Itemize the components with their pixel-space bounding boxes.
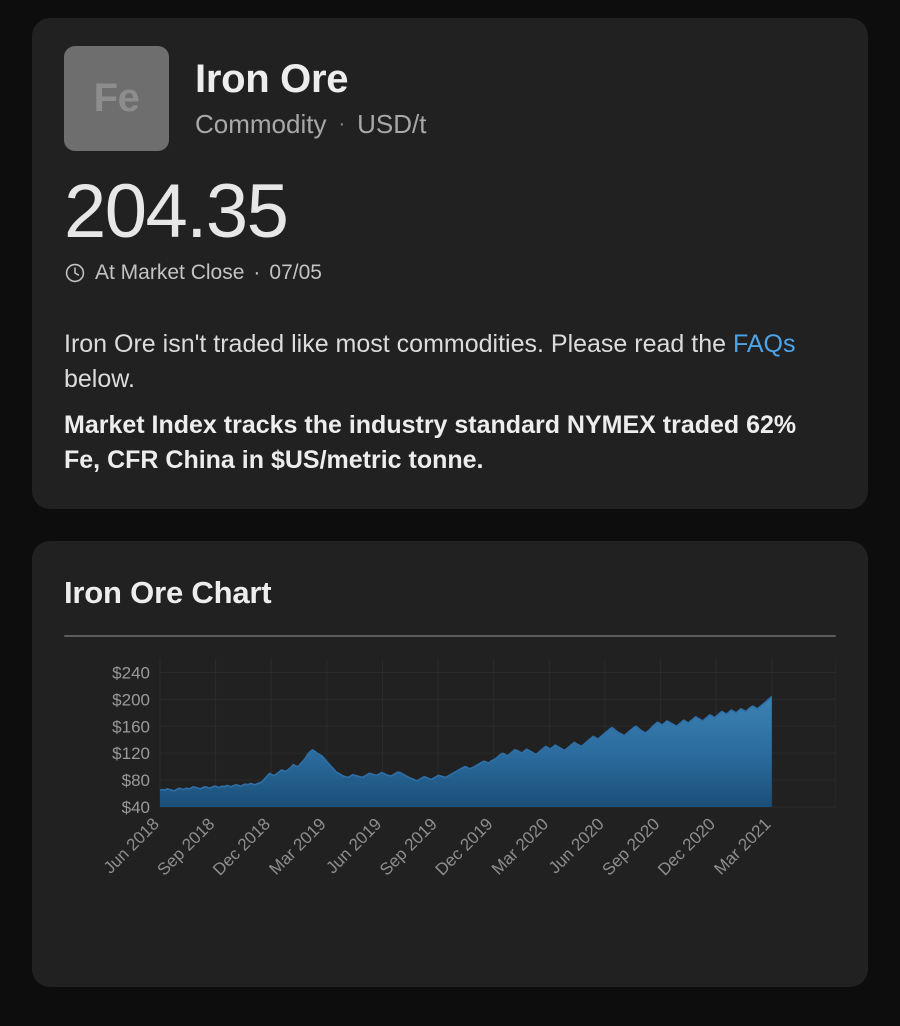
price-value: 204.35 [64,169,289,254]
svg-text:Jun 2020: Jun 2020 [545,814,608,877]
svg-text:Dec 2020: Dec 2020 [654,814,719,879]
chart-x-axis-labels: Jun 2018Sep 2018Dec 2018Mar 2019Jun 2019… [100,814,775,879]
svg-text:$160: $160 [112,717,150,736]
svg-text:Mar 2019: Mar 2019 [265,814,329,878]
chart-area[interactable]: $240 $200 $160 $120 $80 $40 Jun 2018 Sep 2018 D… [64,655,836,955]
asset-identity-text: Iron Ore Commodity · USD/t [195,46,427,140]
description-text-before: Iron Ore isn't traded like most commodit… [64,329,733,358]
asset-symbol-tile: Fe [64,46,169,151]
price-area-chart[interactable]: $240$200$160$120$80$40 Jun 2018Sep 2018D… [64,655,836,955]
svg-text:Sep 2020: Sep 2020 [598,814,663,879]
market-status-date: 07/05 [269,260,322,284]
asset-description: Iron Ore isn't traded like most commodit… [64,327,836,398]
clock-icon [65,263,85,282]
svg-text:$40: $40 [122,798,150,817]
faqs-link[interactable]: FAQs [733,330,796,358]
svg-text:$80: $80 [122,771,150,790]
svg-text:$120: $120 [112,744,150,763]
svg-text:Dec 2019: Dec 2019 [432,814,497,879]
svg-text:Sep 2019: Sep 2019 [376,814,441,879]
chart-title: Iron Ore Chart [64,574,272,610]
svg-text:Jun 2018: Jun 2018 [100,814,163,877]
asset-identity-row: Fe Iron Ore Commodity · USD/t [64,46,836,151]
subtitle-separator: · [338,113,346,136]
asset-description-bold: Market Index tracks the industry standar… [64,410,797,475]
page-root: Fe Iron Ore Commodity · USD/t 204.35 At … [0,0,900,1026]
chart-series-layer [159,695,773,807]
asset-subtitle: Commodity · USD/t [195,109,427,140]
market-status-separator: · [253,260,261,284]
svg-text:Sep 2018: Sep 2018 [154,814,219,879]
asset-summary-card: Fe Iron Ore Commodity · USD/t 204.35 At … [32,18,868,509]
market-status-text: At Market Close [95,260,245,284]
svg-text:Mar 2020: Mar 2020 [488,814,552,878]
asset-symbol-text: Fe [93,76,140,120]
svg-text:Mar 2021: Mar 2021 [710,814,774,878]
asset-unit: USD/t [357,109,427,140]
svg-text:$200: $200 [112,690,150,709]
chart-divider [64,634,836,637]
chart-card: Iron Ore Chart $240 $200 $160 $120 $80 $40 Ju… [32,540,868,987]
svg-text:Jun 2019: Jun 2019 [322,814,385,877]
description-text-after: below. [64,365,135,394]
svg-text:$240: $240 [112,663,150,682]
price-status-row: At Market Close · 07/05 [64,261,836,285]
chart-y-axis-labels: $240 $200 $160 $120 $80 $40 [112,663,150,817]
asset-category: Commodity [195,109,327,140]
svg-text:Dec 2018: Dec 2018 [209,814,274,879]
page-title: Iron Ore [195,57,349,101]
